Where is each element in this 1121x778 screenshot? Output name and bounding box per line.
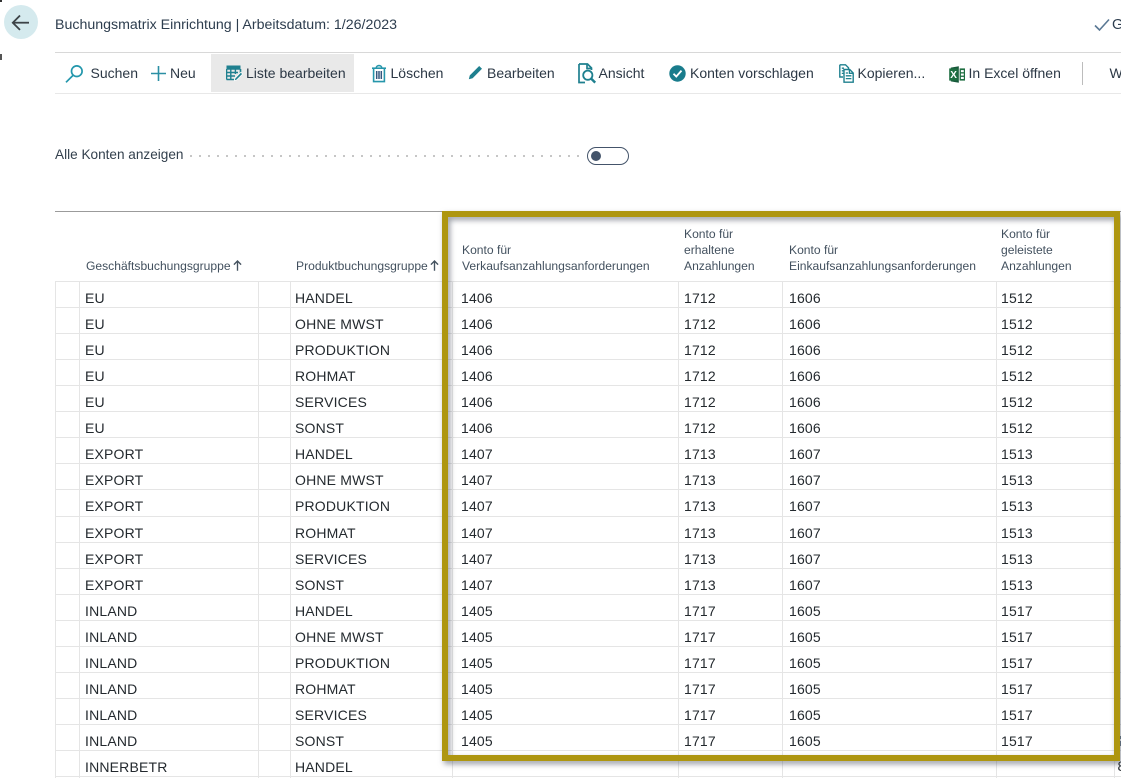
svg-text:X: X [950,70,957,81]
